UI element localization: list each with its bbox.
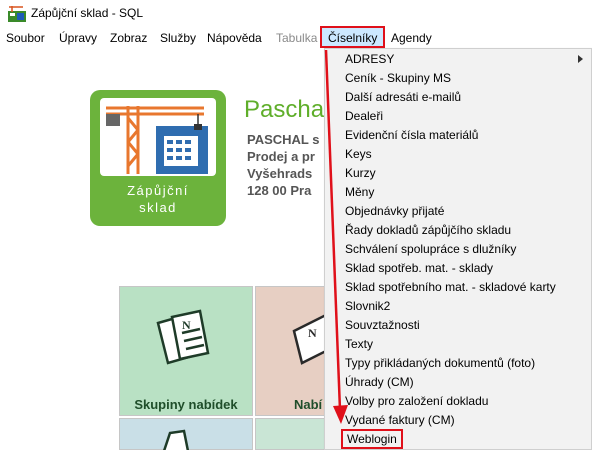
- menu-item-dalsi-adresati[interactable]: Další adresáti e-mailů: [345, 88, 461, 107]
- tile-skupiny-nabidek[interactable]: N Skupiny nabídek: [119, 286, 253, 416]
- envelope-icon: N: [292, 314, 324, 365]
- menu-sluzby[interactable]: Služby: [160, 31, 196, 45]
- tile-lower-left[interactable]: [119, 418, 253, 450]
- menu-agendy[interactable]: Agendy: [391, 31, 432, 45]
- window-title: Zápůjční sklad - SQL: [31, 6, 144, 20]
- company-line-2: Prodej a pr: [247, 149, 315, 164]
- menu-item-adresy[interactable]: ADRESY: [345, 50, 589, 69]
- logo-image: [100, 98, 216, 176]
- menu-soubor[interactable]: Soubor: [6, 31, 45, 45]
- menu-item-meny[interactable]: Měny: [345, 183, 374, 202]
- menu-zobraz[interactable]: Zobraz: [110, 31, 147, 45]
- menu-item-souvztaznosti[interactable]: Souvztažnosti: [345, 316, 420, 335]
- menu-item-schvaleni[interactable]: Schválení spolupráce s dlužníky: [345, 240, 516, 259]
- company-line-1: PASCHAL s: [247, 132, 320, 147]
- ciselniky-dropdown-menu: ADRESY Ceník - Skupiny MS Další adresáti…: [324, 48, 592, 450]
- menu-item-volby[interactable]: Volby pro založení dokladu: [345, 392, 488, 411]
- tile-label: Skupiny nabídek: [134, 397, 238, 412]
- logo-caption: Zápůjční sklad: [90, 182, 226, 216]
- menu-item-slovnik2[interactable]: Slovnik2: [345, 297, 390, 316]
- documents-icon: N: [156, 309, 210, 365]
- menu-item-weblogin[interactable]: Weblogin: [341, 429, 403, 449]
- menu-item-texty[interactable]: Texty: [345, 335, 373, 354]
- menu-item-keys[interactable]: Keys: [345, 145, 372, 164]
- menu-item-sklad-karty[interactable]: Sklad spotřebního mat. - skladové karty: [345, 278, 556, 297]
- submenu-arrow-icon: [578, 55, 583, 63]
- tile-nabidky[interactable]: N Nabí: [255, 286, 325, 416]
- menu-item-objednavky[interactable]: Objednávky přijaté: [345, 202, 444, 221]
- menu-item-rady-dokladu[interactable]: Řady dokladů zápůjčího skladu: [345, 221, 511, 240]
- svg-text:N: N: [182, 318, 191, 332]
- document-corner-icon: [163, 429, 190, 450]
- title-bar: Zápůjční sklad - SQL: [0, 0, 592, 28]
- company-line-3: Vyšehrads: [247, 166, 313, 181]
- crane-icon: [106, 106, 208, 174]
- app-icon: [8, 6, 26, 22]
- menu-item-kurzy[interactable]: Kurzy: [345, 164, 376, 183]
- tile-label: Nabí: [294, 397, 323, 412]
- logo-caption-line2: sklad: [139, 200, 177, 215]
- menu-item-typy-dokumentu[interactable]: Typy přikládaných dokumentů (foto): [345, 354, 535, 373]
- menu-item-cenik[interactable]: Ceník - Skupiny MS: [345, 69, 451, 88]
- svg-text:N: N: [308, 326, 317, 340]
- menu-item-label: ADRESY: [345, 52, 395, 66]
- menu-tabulka: Tabulka: [276, 31, 318, 45]
- company-line-4: 128 00 Pra: [247, 183, 312, 198]
- menu-napoveda[interactable]: Nápověda: [207, 31, 262, 45]
- menu-ciselniky[interactable]: Číselníky: [320, 26, 386, 48]
- menu-bar: Soubor Úpravy Zobraz Služby Nápověda Tab…: [0, 26, 592, 48]
- logo-caption-line1: Zápůjční: [127, 183, 189, 198]
- app-logo: Zápůjční sklad: [90, 90, 226, 226]
- menu-item-vydane-faktury[interactable]: Vydané faktury (CM): [345, 411, 455, 430]
- menu-item-dealeri[interactable]: Dealeři: [345, 107, 383, 126]
- menu-item-evidencni-cisla[interactable]: Evidenční čísla materiálů: [345, 126, 478, 145]
- company-name: Paschal: [244, 96, 330, 123]
- menu-upravy[interactable]: Úpravy: [59, 31, 97, 45]
- menu-item-sklad-sklady[interactable]: Sklad spotřeb. mat. - sklady: [345, 259, 493, 278]
- menu-item-uhrady[interactable]: Úhrady (CM): [345, 373, 414, 392]
- tile-lower-right[interactable]: [255, 418, 325, 450]
